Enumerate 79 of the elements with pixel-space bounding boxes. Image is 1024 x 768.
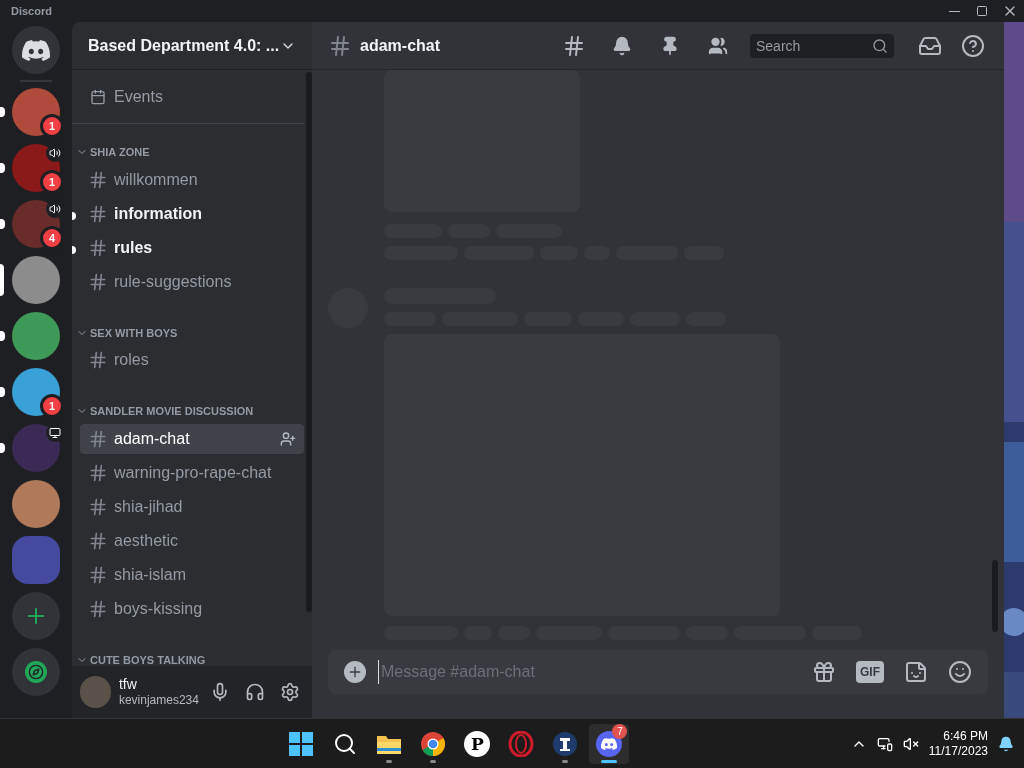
hash-icon bbox=[88, 496, 108, 517]
server-icon[interactable] bbox=[12, 312, 60, 360]
channel-item[interactable]: warning-pro-rape-chat bbox=[80, 457, 304, 488]
channel-title: adam-chat bbox=[360, 35, 441, 56]
search-icon bbox=[872, 37, 888, 54]
channel-item[interactable]: roles bbox=[80, 345, 304, 375]
add-server-button[interactable] bbox=[12, 592, 60, 640]
category-header[interactable]: SANDLER MOVIE DISCUSSION bbox=[90, 403, 254, 420]
pin-icon bbox=[660, 35, 680, 56]
mention-badge: 1 bbox=[40, 170, 64, 194]
hash-icon bbox=[88, 169, 108, 190]
message-field[interactable]: Message #adam-chat GIF bbox=[328, 650, 988, 694]
taskbar-app[interactable]: P bbox=[457, 723, 498, 764]
discord-logo-icon bbox=[601, 737, 618, 750]
headphones-icon bbox=[245, 682, 266, 702]
bell-icon bbox=[612, 35, 632, 56]
username: kevinjames234 bbox=[118, 693, 199, 709]
emoji-icon bbox=[948, 660, 972, 684]
gif-button[interactable]: GIF bbox=[856, 661, 884, 683]
pillar-icon bbox=[552, 730, 579, 757]
windows-icon bbox=[289, 731, 314, 756]
clock-date: 11/17/2023 bbox=[928, 743, 988, 759]
channel-item[interactable]: rules bbox=[80, 232, 304, 263]
chrome-icon bbox=[420, 730, 447, 757]
search-icon bbox=[333, 731, 358, 756]
members-icon bbox=[708, 35, 728, 56]
help-icon bbox=[961, 33, 985, 58]
hash-icon bbox=[88, 598, 108, 619]
channel-item[interactable]: boys-kissing bbox=[80, 593, 304, 624]
threads-icon bbox=[562, 33, 586, 58]
compass-icon bbox=[28, 664, 44, 680]
hash-icon bbox=[88, 271, 108, 292]
search-field[interactable]: Search bbox=[750, 33, 894, 58]
hash-icon bbox=[88, 462, 108, 483]
maximize-icon bbox=[976, 5, 988, 17]
channel-item[interactable]: adam-chat bbox=[80, 423, 304, 454]
category-header[interactable]: SEX WITH BOYS bbox=[90, 324, 178, 341]
gift-icon bbox=[812, 660, 836, 684]
events-item[interactable]: Events bbox=[72, 70, 304, 124]
volume-icon[interactable] bbox=[902, 735, 919, 752]
plus-icon bbox=[347, 664, 363, 680]
clock-time: 6:46 PM bbox=[943, 728, 988, 744]
channel-item[interactable]: shia-jihad bbox=[80, 491, 304, 522]
network-icon[interactable] bbox=[876, 735, 893, 752]
explore-button[interactable] bbox=[12, 648, 60, 696]
channel-item[interactable]: rule-suggestions bbox=[80, 266, 304, 297]
calendar-icon bbox=[90, 88, 106, 105]
hash-icon bbox=[88, 350, 108, 370]
hash-icon bbox=[88, 530, 108, 551]
discord-logo-icon bbox=[22, 39, 50, 61]
opera-icon bbox=[508, 730, 535, 757]
settings-icon bbox=[280, 682, 301, 702]
taskbar-app[interactable]: 7 bbox=[589, 723, 630, 764]
window-title: Discord bbox=[11, 3, 52, 19]
invite-icon bbox=[280, 430, 296, 447]
hash-icon bbox=[88, 237, 108, 258]
message-input[interactable]: Message #adam-chat bbox=[378, 660, 800, 684]
app-icon: P bbox=[464, 730, 491, 757]
mention-badge: 4 bbox=[40, 226, 64, 250]
minimize-icon bbox=[948, 10, 960, 12]
category-header[interactable]: SHIA ZONE bbox=[90, 144, 150, 161]
mention-badge: 1 bbox=[40, 394, 64, 418]
hash-icon bbox=[88, 564, 108, 585]
notification-icon[interactable] bbox=[998, 735, 1014, 752]
sticker-icon bbox=[904, 660, 928, 684]
notification-badge: 7 bbox=[612, 723, 628, 739]
channel-item[interactable]: shia-islam bbox=[80, 559, 304, 590]
category-header[interactable]: CUTE BOYS TALKING bbox=[90, 651, 206, 666]
mention-badge: 1 bbox=[40, 114, 64, 138]
server-icon[interactable] bbox=[12, 480, 60, 528]
channel-item[interactable]: aesthetic bbox=[80, 525, 304, 556]
channel-item[interactable]: willkommen bbox=[80, 164, 304, 195]
hash-icon bbox=[328, 33, 352, 58]
channel-item[interactable]: information bbox=[80, 198, 304, 229]
display-name: tfw bbox=[118, 675, 138, 694]
hash-icon bbox=[88, 428, 108, 449]
home-button[interactable] bbox=[12, 26, 60, 74]
server-icon[interactable] bbox=[12, 256, 60, 304]
hash-icon bbox=[88, 203, 108, 224]
